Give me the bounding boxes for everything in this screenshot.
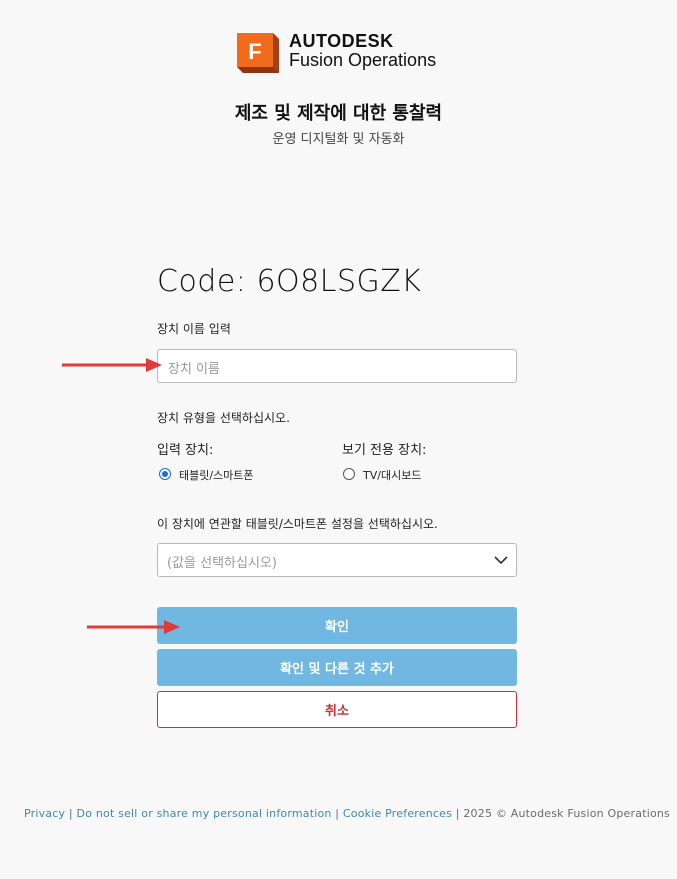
- red-arrow-icon: [87, 620, 180, 634]
- device-name-placeholder: 장치 이름: [168, 362, 220, 377]
- privacy-link[interactable]: Privacy: [24, 807, 65, 820]
- footer-separator: |: [331, 807, 343, 820]
- view-only-device-heading: 보기 전용 장치:: [342, 443, 427, 458]
- product-name: Fusion Operations: [289, 50, 437, 70]
- red-arrow-icon: [62, 358, 162, 372]
- chevron-down-icon: [494, 556, 508, 565]
- cancel-button[interactable]: 취소: [157, 691, 517, 728]
- input-device-heading: 입력 장치:: [157, 443, 214, 458]
- cookie-preferences-link[interactable]: Cookie Preferences: [343, 807, 452, 820]
- associated-setting-select[interactable]: (값을 선택하십시오): [157, 543, 517, 577]
- radio-tv-dashboard-label[interactable]: TV/대시보드: [363, 467, 421, 483]
- confirm-and-add-button[interactable]: 확인 및 다른 것 추가: [157, 649, 517, 686]
- page-subheadline: 운영 디지털화 및 자동화: [272, 132, 405, 147]
- device-name-label: 장치 이름 입력: [157, 322, 231, 336]
- associated-setting-question: 이 장치에 연관할 태블릿/스마트폰 설정을 선택하십시오.: [157, 517, 438, 531]
- fusion-logo-icon: F: [237, 33, 279, 73]
- copyright-text: | 2025 © Autodesk Fusion Operations: [452, 807, 670, 820]
- device-type-question: 장치 유형을 선택하십시오.: [157, 411, 290, 425]
- device-name-input[interactable]: 장치 이름: [157, 349, 517, 383]
- select-placeholder: (값을 선택하십시오): [167, 556, 277, 571]
- brand-name: AUTODESK: [289, 31, 394, 51]
- page-headline: 제조 및 제작에 대한 통찰력: [234, 103, 443, 124]
- footer-separator: |: [65, 807, 77, 820]
- radio-tablet-smartphone[interactable]: [159, 468, 171, 480]
- logo-letter: F: [248, 39, 261, 64]
- device-code: Code: 6O8LSGZK: [157, 264, 422, 299]
- radio-tv-dashboard[interactable]: [343, 468, 355, 480]
- confirm-button[interactable]: 확인: [157, 607, 517, 644]
- footer: Privacy | Do not sell or share my person…: [24, 807, 670, 820]
- radio-tablet-smartphone-label[interactable]: 태블릿/스마트폰: [179, 467, 254, 483]
- do-not-sell-link[interactable]: Do not sell or share my personal informa…: [77, 807, 332, 820]
